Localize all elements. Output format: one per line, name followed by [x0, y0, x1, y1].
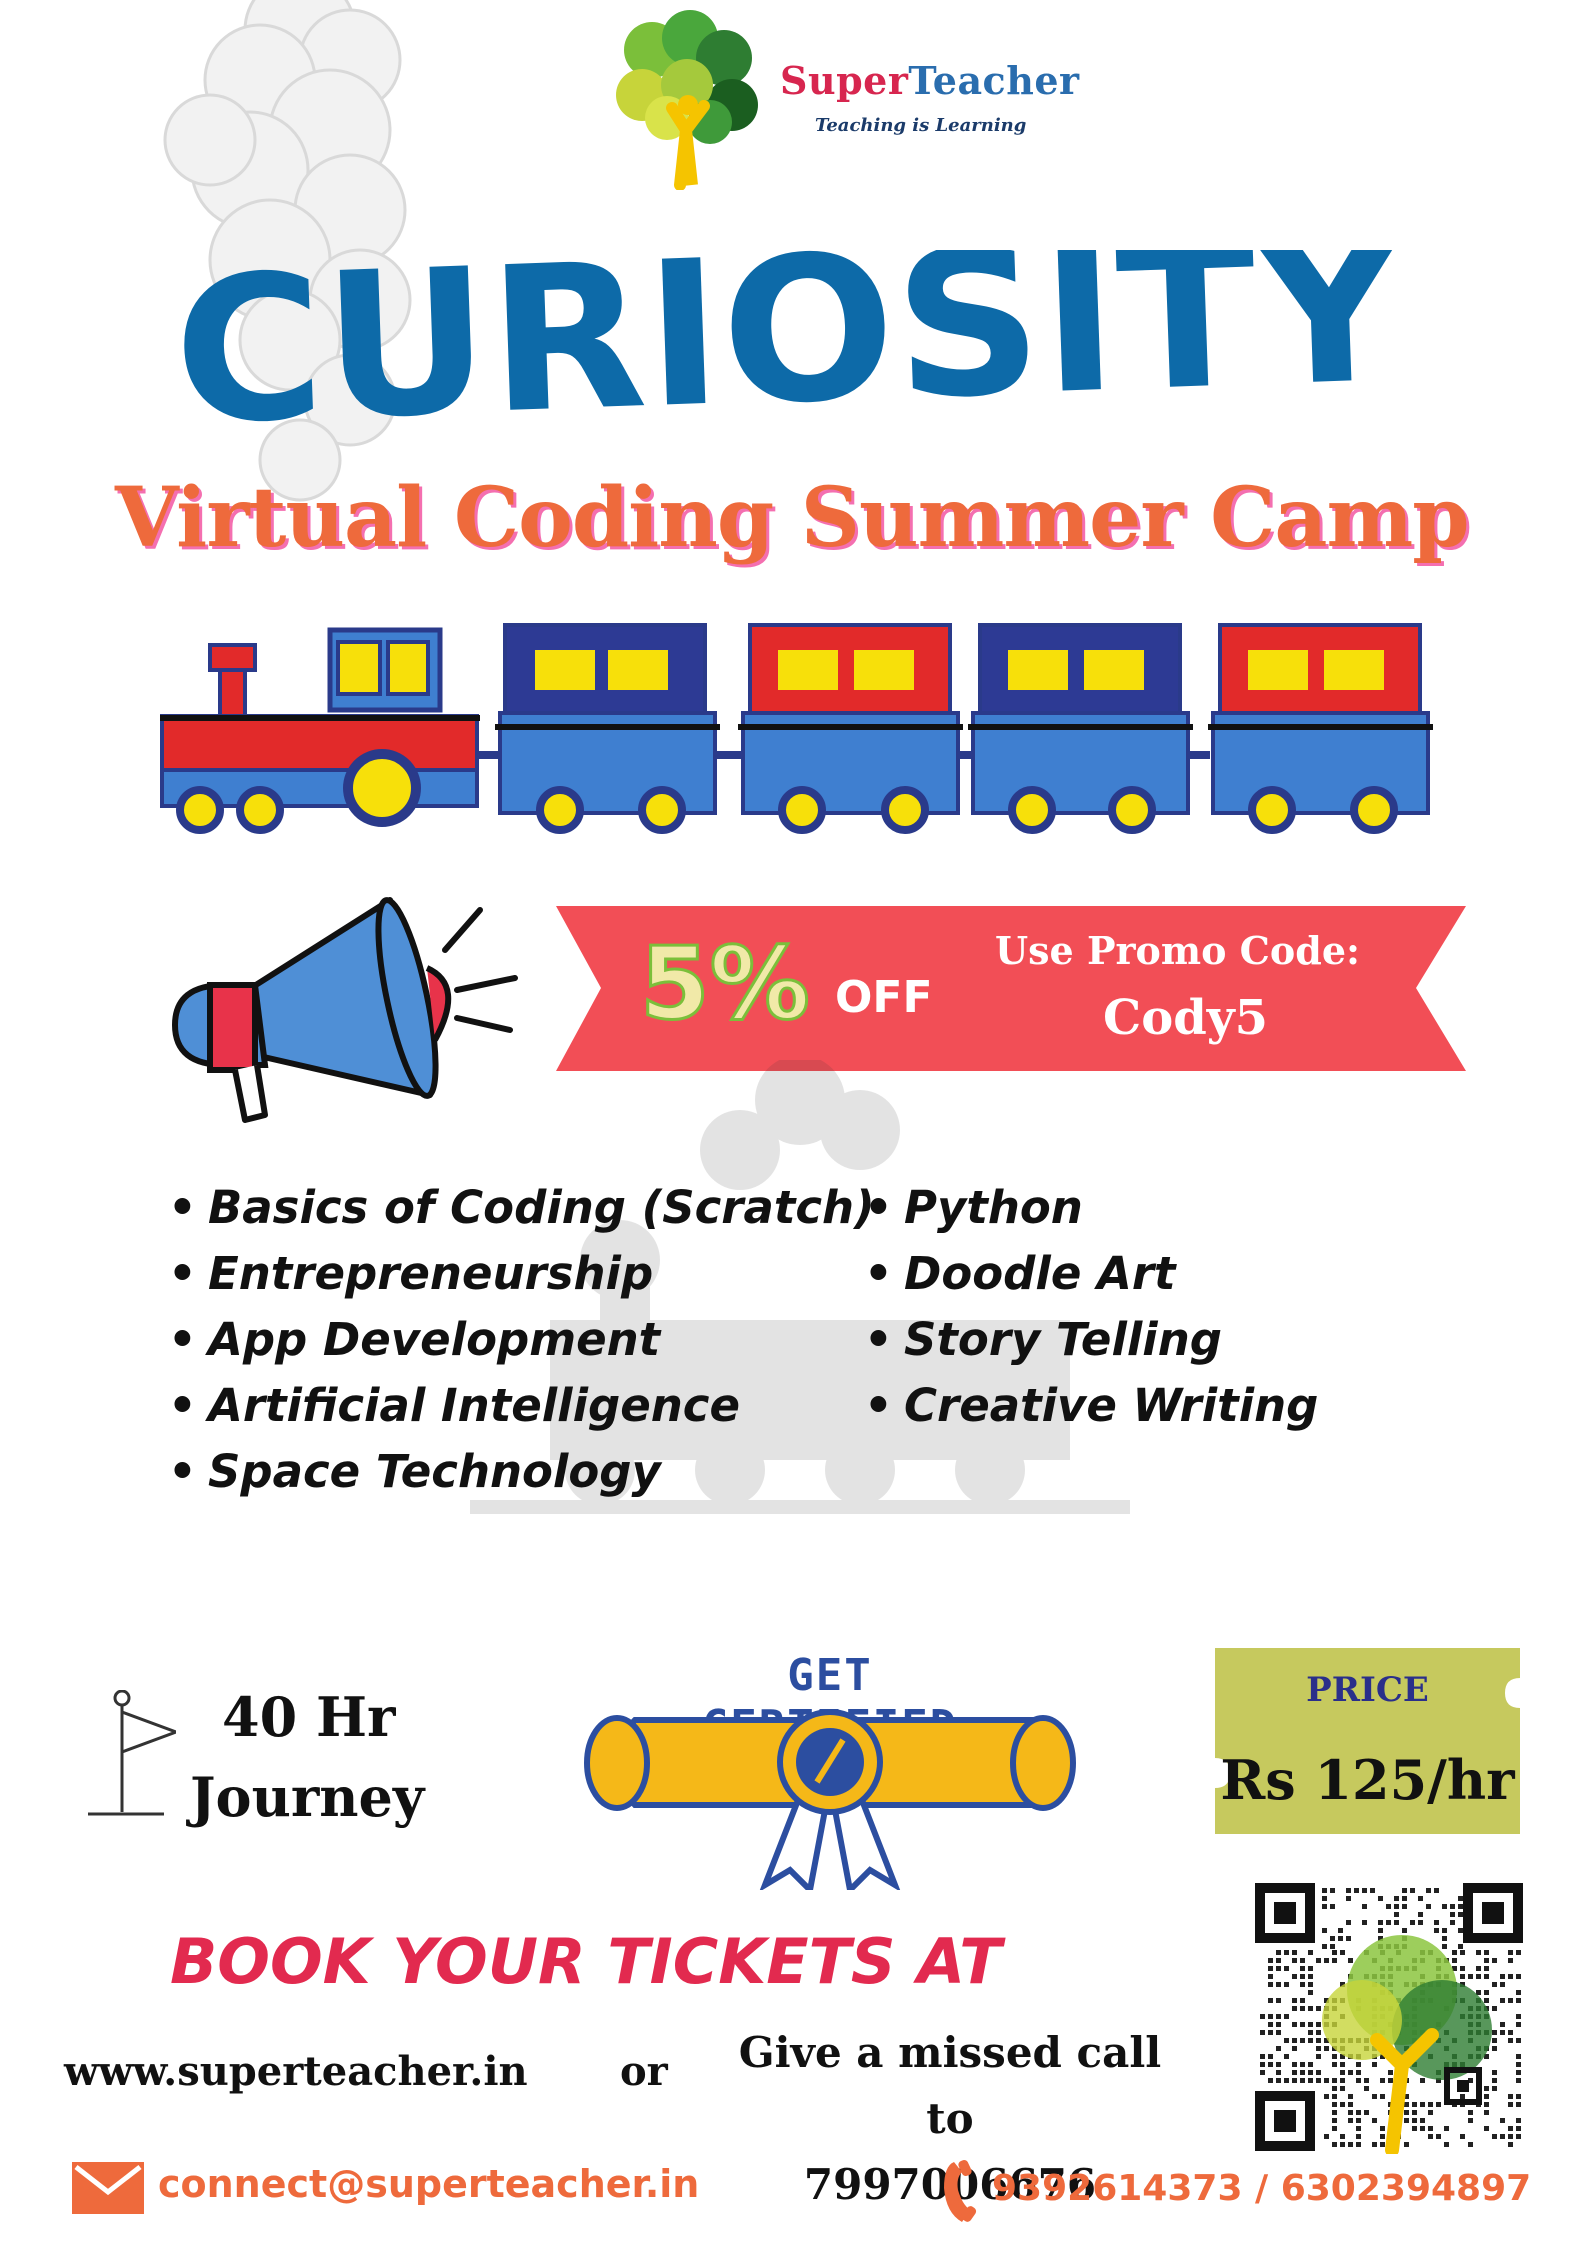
qr-code[interactable] — [1252, 1880, 1526, 2154]
journey-label: Journey — [190, 1765, 425, 1829]
topic-item: App Development — [168, 1307, 875, 1373]
topic-item: Python — [864, 1175, 1318, 1241]
or-label: or — [620, 2048, 668, 2095]
topic-item: Story Telling — [864, 1307, 1318, 1373]
certificate-scroll-icon — [584, 1709, 1076, 1890]
topic-item: Artificial Intelligence — [168, 1373, 875, 1439]
promo-percent: 5% — [639, 924, 812, 1044]
page-title: CURIOSITY — [170, 250, 1410, 469]
website-link[interactable]: www.superteacher.in — [64, 2048, 528, 2095]
brand-tagline: Teaching is Learning — [815, 115, 1027, 136]
train-icon — [160, 623, 1433, 834]
mail-icon — [72, 2162, 144, 2214]
missed-call-line: Give a missed call to — [738, 2028, 1162, 2143]
title-text: CURIOSITY — [170, 250, 1410, 469]
price-value: Rs 125/hr — [1220, 1748, 1515, 1812]
topic-item: Space Technology — [168, 1439, 875, 1505]
journey-hours: 40 Hr — [222, 1685, 396, 1749]
logo-tree-icon — [616, 10, 758, 190]
topics-list-right: Python Doodle Art Story Telling Creative… — [864, 1175, 1318, 1439]
contact-email[interactable]: connect@superteacher.in — [158, 2162, 699, 2206]
book-tickets-heading: BOOK YOUR TICKETS AT — [170, 1925, 1002, 1998]
topic-item: Creative Writing — [864, 1373, 1318, 1439]
page-subtitle: Virtual Coding Summer Camp — [115, 470, 1470, 566]
flag-icon — [88, 1690, 176, 1816]
topic-item: Entrepreneurship — [168, 1241, 875, 1307]
brand-name: SuperTeacher — [780, 58, 1080, 103]
price-label: PRICE — [1306, 1670, 1429, 1710]
promo-code: Cody5 — [1103, 990, 1269, 1046]
contact-phones[interactable]: 9392614373 / 6302394897 — [992, 2168, 1531, 2209]
promo-use-label: Use Promo Code: — [995, 928, 1361, 973]
phone-icon — [944, 2159, 977, 2222]
topics-list-left: Basics of Coding (Scratch) Entrepreneurs… — [168, 1175, 875, 1505]
topic-item: Basics of Coding (Scratch) — [168, 1175, 875, 1241]
promo-off-label: OFF — [835, 972, 933, 1023]
topic-item: Doodle Art — [864, 1241, 1318, 1307]
